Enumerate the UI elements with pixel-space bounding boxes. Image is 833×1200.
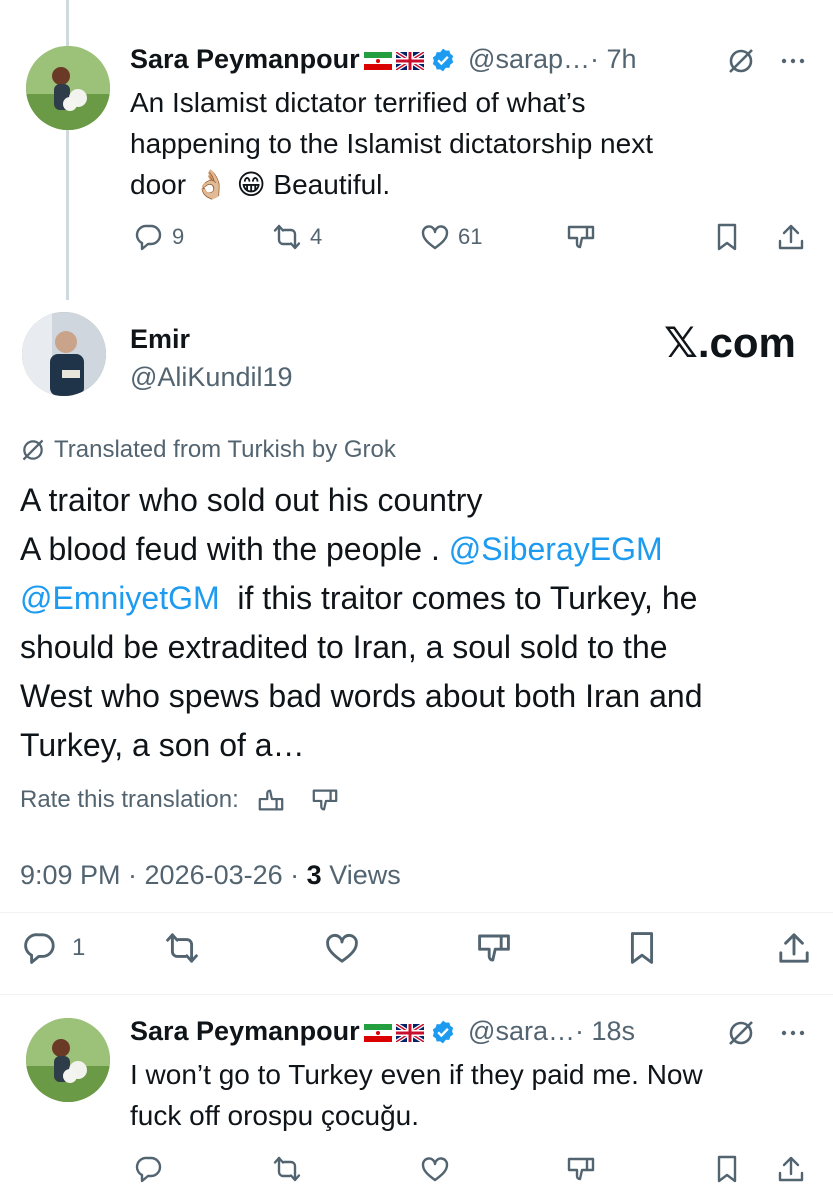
- share-button[interactable]: [776, 222, 806, 252]
- author-handle[interactable]: @sara…: [468, 1016, 575, 1046]
- text-line: @EmniyetGM if this traitor comes to Turk…: [20, 574, 820, 623]
- heart-icon: [421, 1157, 449, 1182]
- downvote-button[interactable]: [566, 1154, 596, 1184]
- thumbs-down-icon: [567, 1157, 595, 1181]
- text-line: should be extradited to Iran, a soul sol…: [20, 629, 668, 665]
- more-icon[interactable]: [778, 1018, 808, 1053]
- bookmark-button[interactable]: [624, 930, 660, 966]
- share-icon: [778, 224, 804, 250]
- share-icon: [778, 1156, 804, 1182]
- post-meta: 9:09 PM · 2026-03-26 · 3 Views: [20, 860, 401, 891]
- bookmark-button[interactable]: [712, 222, 742, 252]
- verified-badge-icon: [432, 48, 453, 72]
- translation-label: Translated from Turkish by Grok: [20, 436, 396, 464]
- reply-button[interactable]: 1: [22, 930, 85, 966]
- reply-icon: [24, 933, 55, 964]
- repost-icon: [273, 1156, 301, 1182]
- uk-flag-icon: [395, 52, 424, 70]
- translated-text: Translated from Turkish by Grok: [54, 436, 396, 463]
- downvote-button[interactable]: [566, 222, 596, 252]
- reply-count: 1: [72, 934, 86, 961]
- reply1-text: An Islamist dictator terrified of what’s…: [130, 82, 810, 205]
- views-count: 3: [306, 860, 322, 890]
- bookmark-icon: [717, 223, 737, 251]
- more-icon[interactable]: [778, 46, 808, 81]
- repost-button[interactable]: [272, 1154, 302, 1184]
- author-name[interactable]: Emir: [130, 324, 190, 355]
- views-label: Views: [321, 860, 401, 890]
- repost-button[interactable]: [164, 930, 200, 966]
- reply-button[interactable]: 9: [134, 222, 184, 252]
- author-handle[interactable]: @sarap…: [468, 44, 590, 74]
- like-button[interactable]: 61: [420, 222, 482, 252]
- grok-icon: [22, 439, 44, 461]
- share-icon: [779, 933, 809, 963]
- text-line: A blood feud with the people . @SiberayE…: [20, 525, 820, 574]
- bookmark-icon: [717, 1155, 737, 1183]
- like-button[interactable]: [420, 1154, 450, 1184]
- mention-link[interactable]: @EmniyetGM: [20, 580, 220, 616]
- reply1-header: Sara Peymanpour @sarap…· 7h: [130, 44, 637, 75]
- reply-button[interactable]: [134, 1154, 164, 1184]
- text-line: happening to the Islamist dictatorship n…: [130, 128, 653, 159]
- reply-count: 9: [172, 224, 185, 249]
- text-span: A blood feud with the people .: [20, 531, 449, 567]
- avatar[interactable]: [26, 46, 110, 130]
- like-count: 61: [458, 224, 483, 249]
- post-time[interactable]: · 18s: [575, 1016, 635, 1046]
- heart-icon: [421, 225, 449, 250]
- iran-flag-icon: [363, 1024, 392, 1042]
- divider: [0, 994, 833, 995]
- mention-link[interactable]: @SiberayEGM: [449, 531, 663, 567]
- thumbs-down-icon[interactable]: [311, 786, 339, 814]
- x-logo: 𝕏.com: [664, 319, 796, 366]
- thumbs-down-icon: [567, 225, 595, 249]
- rate-label: Rate this translation:: [20, 786, 239, 813]
- repost-icon: [166, 933, 198, 963]
- avatar[interactable]: [22, 312, 106, 396]
- text-line: fuck off orospu çocuğu.: [130, 1100, 419, 1131]
- iran-flag-icon: [363, 52, 392, 70]
- reply-icon: [135, 1156, 162, 1183]
- author-handle[interactable]: @AliKundil19: [130, 362, 293, 393]
- text-line: West who spews bad words about both Iran…: [20, 678, 703, 714]
- bookmark-button[interactable]: [712, 1154, 742, 1184]
- share-button[interactable]: [776, 1154, 806, 1184]
- repost-icon: [273, 224, 301, 250]
- rate-translation: Rate this translation:: [20, 786, 339, 814]
- downvote-button[interactable]: [476, 930, 512, 966]
- divider: [0, 912, 833, 913]
- author-name[interactable]: Sara Peymanpour: [130, 44, 360, 74]
- uk-flag-icon: [395, 1024, 424, 1042]
- text-line: door 👌🏼 😁 Beautiful.: [130, 169, 391, 200]
- thumbs-up-icon[interactable]: [257, 786, 285, 814]
- thread-line: [66, 0, 69, 300]
- text-line: A traitor who sold out his country: [20, 482, 483, 518]
- heart-icon: [326, 933, 358, 963]
- share-button[interactable]: [776, 930, 812, 966]
- post-text: A traitor who sold out his country A blo…: [20, 476, 820, 770]
- repost-count: 4: [310, 224, 323, 249]
- like-button[interactable]: [324, 930, 360, 966]
- timestamp[interactable]: 9:09 PM · 2026-03-26 ·: [20, 860, 307, 890]
- text-line: I won’t go to Turkey even if they paid m…: [130, 1059, 703, 1090]
- text-line: An Islamist dictator terrified of what’s: [130, 87, 586, 118]
- grok-icon[interactable]: [726, 46, 756, 81]
- post-time[interactable]: · 7h: [590, 44, 637, 74]
- reply2-text: I won’t go to Turkey even if they paid m…: [130, 1054, 810, 1136]
- author-name[interactable]: Sara Peymanpour: [130, 1016, 360, 1046]
- thumbs-down-icon: [478, 934, 510, 962]
- text-span: if this traitor comes to Turkey, he: [219, 580, 698, 616]
- bookmark-icon: [630, 932, 654, 964]
- reply2-header: Sara Peymanpour @sara…· 18s: [130, 1016, 635, 1047]
- reply-icon: [135, 224, 162, 251]
- text-line: Turkey, a son of a…: [20, 727, 305, 763]
- repost-button[interactable]: 4: [272, 222, 322, 252]
- grok-icon[interactable]: [726, 1018, 756, 1053]
- verified-badge-icon: [432, 1020, 453, 1044]
- avatar[interactable]: [26, 1018, 110, 1102]
